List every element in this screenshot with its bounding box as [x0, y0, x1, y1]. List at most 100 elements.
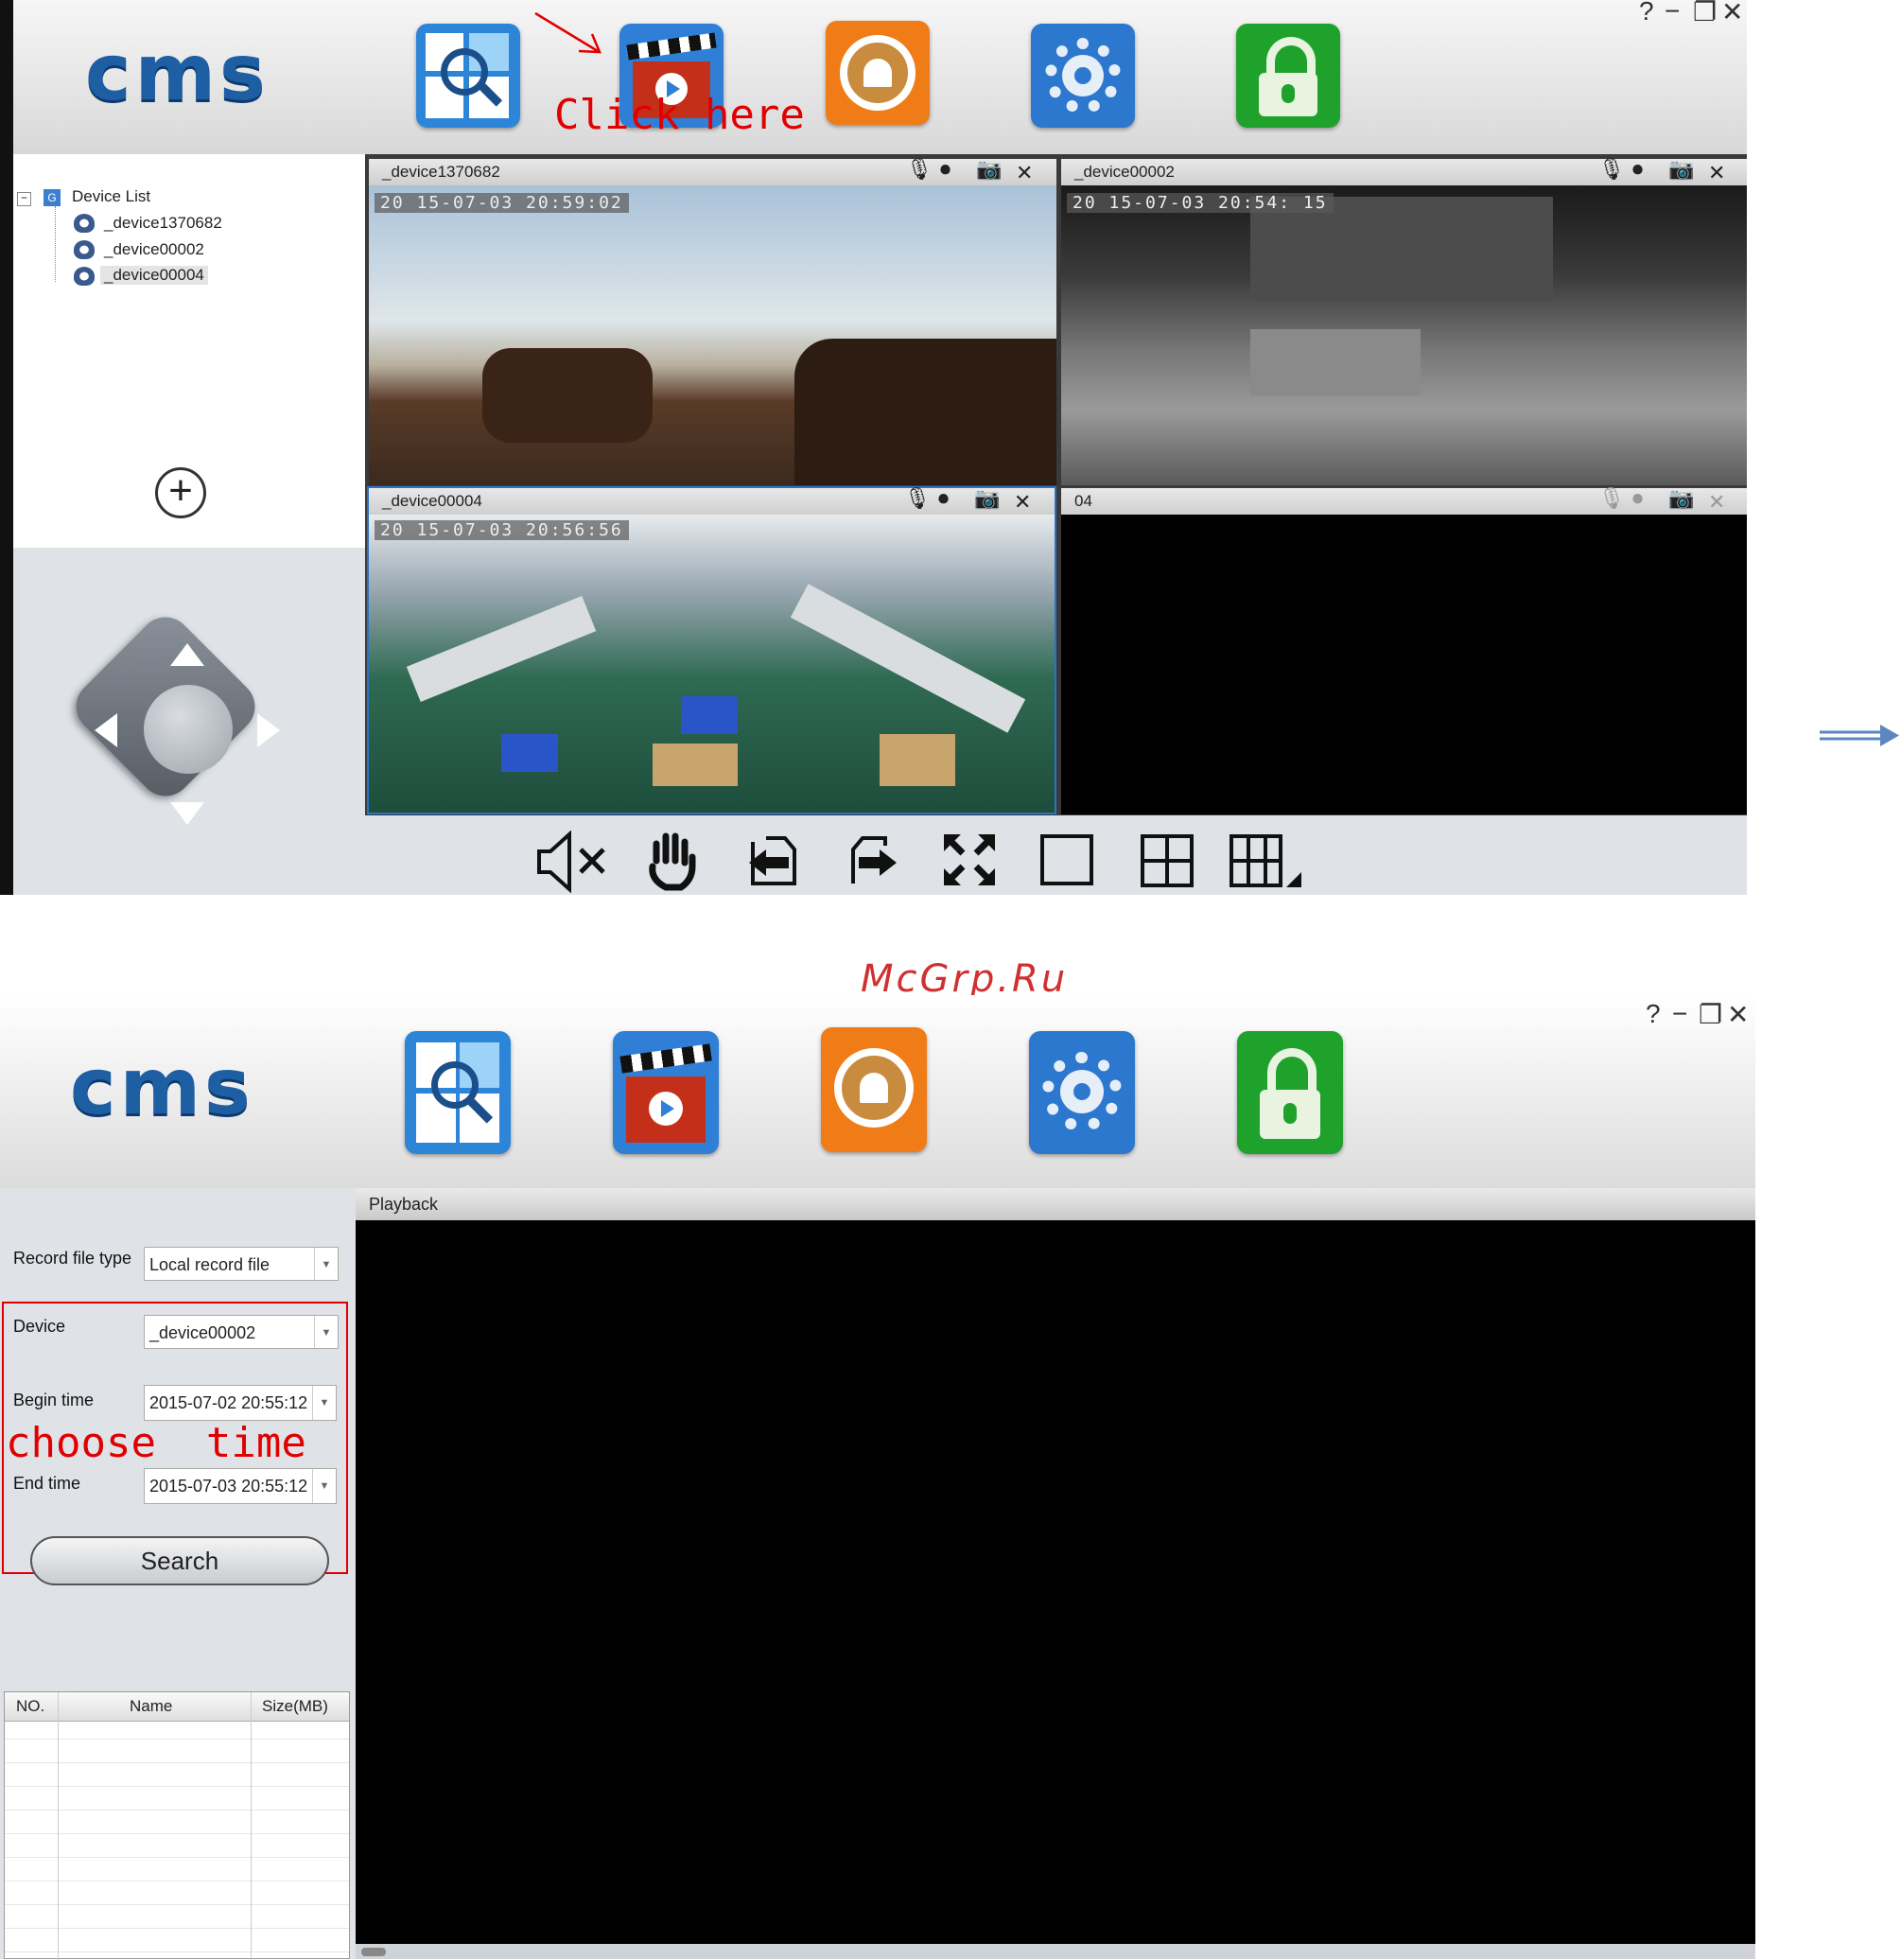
tree-collapse-toggle[interactable]: − [17, 192, 31, 206]
device-select[interactable]: _device00002 ▼ [144, 1315, 339, 1349]
ptz-up-arrow[interactable] [170, 643, 204, 666]
end-time-picker[interactable]: 2015-07-03 20:55:12 ▼ [144, 1468, 337, 1504]
click-here-annotation: Click here [554, 91, 805, 139]
playback-title-bar: Playback [356, 1188, 1755, 1220]
results-table: NO. Name Size(MB) [4, 1691, 350, 1960]
camera-timestamp: 20 15-07-03 20:54: 15 [1067, 193, 1334, 213]
help-button[interactable]: ? [1646, 999, 1661, 1029]
flow-arrow-icon [1820, 725, 1899, 746]
device-list-root[interactable]: Device List [72, 187, 150, 206]
record-icon[interactable]: ⏺ [1632, 157, 1643, 182]
record-type-select[interactable]: Local record file ▼ [144, 1247, 339, 1281]
mute-icon[interactable] [535, 831, 611, 893]
end-time-label: End time [13, 1474, 81, 1493]
playback-video-area[interactable] [356, 1220, 1755, 1944]
camera-device-icon [74, 240, 95, 259]
snapshot-icon[interactable]: 📷 [974, 486, 1000, 511]
restore-button[interactable]: ❐ [1693, 0, 1717, 27]
microphone-icon[interactable]: 🎙 [1598, 486, 1625, 511]
camera-pane[interactable]: _device00002 🎙 ⏺ 📷 ✕ 20 15-07-03 20:54: … [1061, 157, 1747, 485]
top-window: cms Click here ? − ❐ ✕ − G Device List _… [0, 0, 1747, 895]
alarm-icon[interactable] [821, 1027, 927, 1152]
microphone-icon[interactable]: 🎙 [906, 157, 933, 182]
microphone-icon[interactable]: 🎙 [904, 486, 931, 511]
record-icon[interactable]: ⏺ [940, 157, 950, 182]
alarm-icon[interactable] [826, 21, 930, 125]
device-search-icon[interactable] [405, 1031, 511, 1154]
tree-device-item-selected[interactable]: _device00004 [100, 266, 208, 285]
record-icon[interactable]: ⏺ [1632, 486, 1643, 511]
close-icon[interactable]: ✕ [1014, 490, 1031, 515]
snapshot-icon[interactable]: 📷 [1668, 486, 1694, 511]
hand-icon[interactable] [647, 832, 700, 891]
column-header-size[interactable]: Size(MB) [262, 1692, 328, 1721]
minimize-button[interactable]: − [1672, 999, 1687, 1029]
next-group-icon[interactable] [844, 832, 900, 889]
help-button[interactable]: ? [1639, 0, 1654, 26]
playback-icon[interactable] [613, 1031, 719, 1154]
search-button[interactable]: Search [30, 1536, 329, 1585]
previous-group-icon[interactable] [743, 832, 800, 889]
camera-title-bar: _device00004 [369, 488, 1055, 515]
cardboard-box [653, 744, 738, 786]
close-icon[interactable]: ✕ [1708, 490, 1725, 515]
tree-connector [55, 206, 57, 282]
minimize-button[interactable]: − [1665, 0, 1680, 26]
camera-title-bar: _device1370682 [369, 159, 1056, 185]
camera-device-icon [74, 267, 95, 286]
ptz-left-arrow[interactable] [95, 713, 117, 747]
restore-button[interactable]: ❐ [1699, 999, 1722, 1030]
camera-pane[interactable]: _device1370682 🎙 ⏺ 📷 ✕ 20 15-07-03 20:59… [369, 157, 1056, 485]
camera-title: _device1370682 [382, 163, 500, 181]
single-view-icon[interactable] [1040, 834, 1093, 885]
camera-timestamp: 20 15-07-03 20:56:56 [375, 520, 629, 540]
cms-logo: cms [70, 1042, 254, 1132]
column-divider [58, 1692, 59, 1960]
lock-icon[interactable] [1237, 1031, 1343, 1154]
camera-title: _device00004 [382, 492, 482, 510]
add-device-button[interactable]: + [155, 467, 206, 518]
scrollbar-thumb[interactable] [361, 1948, 386, 1956]
ptz-center-button[interactable] [144, 685, 233, 774]
device-list-root-icon: G [44, 189, 61, 206]
ptz-right-arrow[interactable] [257, 713, 280, 747]
snapshot-icon[interactable]: 📷 [1668, 157, 1694, 182]
settings-icon[interactable] [1031, 24, 1135, 128]
ptz-down-arrow[interactable] [170, 802, 204, 825]
cardboard-box [880, 734, 955, 786]
snapshot-icon[interactable]: 📷 [976, 157, 1002, 182]
desk-shape [1250, 329, 1421, 395]
chevron-down-icon[interactable]: ▼ [312, 1386, 336, 1420]
begin-time-picker[interactable]: 2015-07-02 20:55:12 ▼ [144, 1385, 337, 1421]
lock-icon[interactable] [1236, 24, 1340, 128]
begin-time-label: Begin time [13, 1391, 95, 1409]
camera-title-bar: _device00002 [1061, 159, 1747, 185]
custom-layout-icon[interactable] [1230, 832, 1305, 889]
column-header-no[interactable]: NO. [16, 1692, 44, 1721]
quad-view-icon[interactable] [1141, 834, 1194, 887]
chevron-down-icon[interactable]: ▼ [314, 1248, 338, 1280]
close-button[interactable]: ✕ [1721, 0, 1743, 27]
camera-title: _device00002 [1074, 163, 1175, 181]
record-icon[interactable]: ⏺ [938, 486, 949, 511]
blue-crate [681, 696, 738, 734]
close-icon[interactable]: ✕ [1016, 161, 1033, 185]
playback-title: Playback [369, 1195, 439, 1214]
search-button-label: Search [140, 1547, 219, 1575]
settings-icon[interactable] [1029, 1031, 1135, 1154]
camera-title-bar: 04 [1061, 488, 1747, 515]
chevron-down-icon[interactable]: ▼ [314, 1316, 338, 1348]
fullscreen-icon[interactable] [942, 832, 997, 887]
microphone-icon[interactable]: 🎙 [1598, 157, 1625, 182]
tree-device-item[interactable]: _device00002 [104, 240, 204, 259]
close-icon[interactable]: ✕ [1708, 161, 1725, 185]
device-search-icon[interactable] [416, 24, 520, 128]
playback-scrollbar[interactable] [356, 1944, 1755, 1959]
tree-device-item[interactable]: _device1370682 [104, 214, 222, 233]
close-button[interactable]: ✕ [1727, 999, 1749, 1030]
sofa-shape [794, 339, 1056, 485]
camera-pane-selected[interactable]: _device00004 🎙 ⏺ 📷 ✕ 20 15-07-03 20:56:5… [367, 486, 1056, 814]
camera-pane[interactable]: 04 🎙 ⏺ 📷 ✕ [1061, 486, 1747, 814]
chevron-down-icon[interactable]: ▼ [312, 1469, 336, 1503]
column-header-name[interactable]: Name [130, 1692, 172, 1721]
